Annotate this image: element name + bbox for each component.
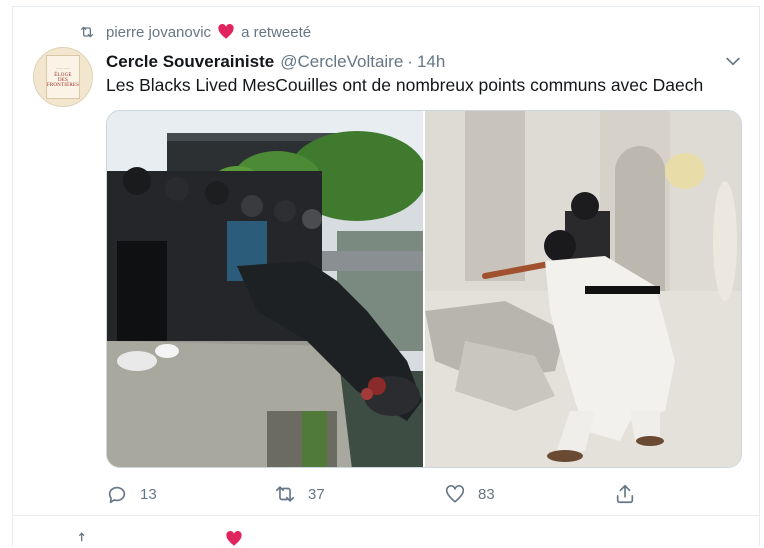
retweeter-name[interactable]: pierre jovanovic	[106, 24, 211, 41]
photo-statue-smashed[interactable]	[425, 111, 741, 467]
reply-count: 13	[140, 485, 157, 503]
like-count: 83	[478, 485, 495, 503]
retweet-suffix: a retweeté	[241, 23, 312, 41]
display-name[interactable]: Cercle Souverainiste	[106, 52, 274, 72]
retweet-icon	[81, 26, 93, 38]
reply-button[interactable]: 13	[106, 481, 157, 507]
reply-icon	[108, 486, 126, 504]
next-tweet-card[interactable]	[12, 516, 760, 546]
photo-statue-toppled[interactable]	[107, 111, 423, 467]
action-bar: 13 37 83	[106, 481, 646, 507]
share-button[interactable]	[614, 481, 648, 507]
heart-icon	[445, 485, 465, 503]
retweet-button[interactable]: 37	[274, 481, 325, 507]
tweet-header: Cercle Souverainiste @CercleVoltaire · 1…	[106, 50, 445, 74]
user-handle[interactable]: @CercleVoltaire	[280, 52, 403, 72]
retweet-context: pierre jovanovic a retweeté	[79, 22, 311, 42]
book-cover-avatar: —— —— ÉLOGE DES FRONTIÈRES	[46, 55, 80, 99]
retweet-count: 37	[308, 485, 325, 503]
tweet-card[interactable]: pierre jovanovic a retweeté —— —— ÉLOGE …	[12, 6, 760, 516]
share-icon	[616, 484, 634, 504]
chevron-down-icon[interactable]	[723, 51, 743, 71]
retweet-icon	[79, 532, 85, 542]
like-button[interactable]: 83	[444, 481, 495, 507]
red-heart-emoji	[226, 530, 242, 546]
avatar[interactable]: —— —— ÉLOGE DES FRONTIÈRES	[33, 47, 93, 107]
retweet-icon	[275, 486, 295, 502]
tweet-text: Les Blacks Lived MesCouilles ont de nomb…	[106, 75, 704, 95]
media-grid	[106, 110, 742, 468]
red-heart-emoji	[218, 23, 234, 39]
separator: ·	[407, 52, 413, 71]
timestamp[interactable]: 14h	[417, 52, 445, 72]
